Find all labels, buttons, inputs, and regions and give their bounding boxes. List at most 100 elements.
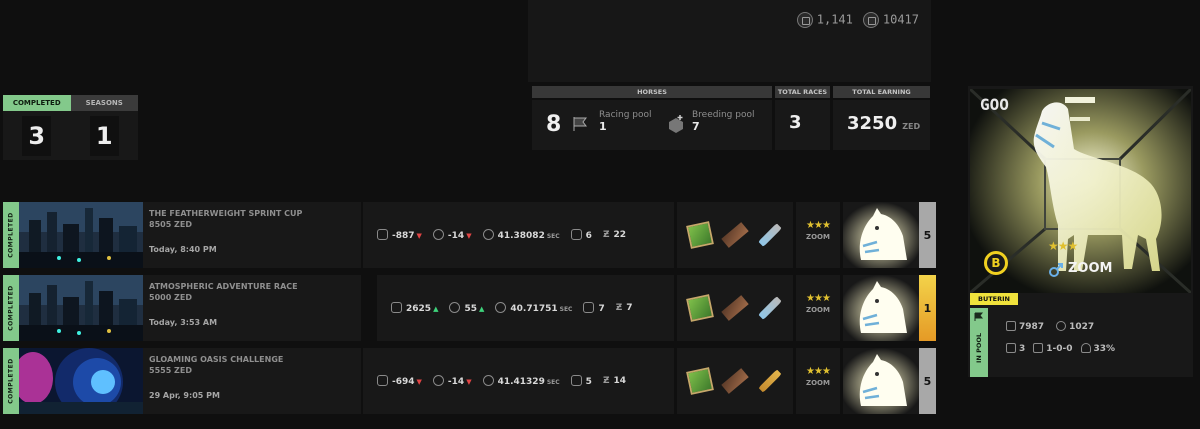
race-prize: 5000 ZED <box>149 293 192 302</box>
horse-thumbnail[interactable] <box>843 275 919 341</box>
completed-count: 3 <box>3 111 71 160</box>
race-performance: 2625 ▲ 55 ▲ 40.71751 SEC 7 Ƶ7 <box>377 275 674 341</box>
race-name[interactable]: ATMOSPHERIC ADVENTURE RACE <box>149 282 355 291</box>
race-name[interactable]: THE FEATHERWEIGHT SPRINT CUP <box>149 209 355 218</box>
gate-icon <box>570 229 582 240</box>
horse-thumbnail[interactable] <box>843 348 919 414</box>
stopwatch-icon <box>482 229 494 240</box>
race-items <box>677 348 793 414</box>
scroll-item-icon[interactable] <box>721 295 749 321</box>
male-female-icon <box>1049 263 1063 277</box>
card-record: 1-0-0 <box>1033 343 1073 354</box>
tab-completed[interactable]: COMPLETED <box>3 95 71 111</box>
card-rating-stat: 1027 <box>1056 321 1094 332</box>
race-prize: 8505 ZED <box>149 220 192 229</box>
rz-balance: 10417 <box>862 12 919 28</box>
horse-rating: ★★★ ZOOM <box>796 348 840 414</box>
horse-rating: ★★★ ZOOM <box>796 275 840 341</box>
distance-icon: Ƶ <box>602 230 610 240</box>
race-info: GLOAMING OASIS CHALLENGE 5555 ZED 29 Apr… <box>143 348 361 414</box>
race-time-stamp: Today, 8:40 PM <box>149 245 217 254</box>
tab-seasons[interactable]: SEASONS <box>70 95 138 111</box>
race-row[interactable]: COMPLETED THE FEATHERWEIGHT SPRINT CUP 8… <box>3 202 936 268</box>
finish-place: 5 <box>919 348 936 414</box>
zed-coin-icon <box>796 12 813 28</box>
gate-number: 7 <box>583 302 605 314</box>
rating-icon <box>1056 321 1067 331</box>
horse-thumbnail[interactable] <box>843 202 919 268</box>
wallet-panel: 1,141 10417 <box>528 0 931 82</box>
zed-delta: -887 ▼ <box>377 229 422 241</box>
map-item-icon[interactable] <box>686 221 715 249</box>
flag-icon <box>1006 343 1016 353</box>
horse-rating: ★★★ ZOOM <box>796 202 840 268</box>
race-distance: Ƶ 14 <box>602 376 626 386</box>
zed-coin-icon <box>377 229 388 240</box>
race-row[interactable]: COMPLETED GLOAMING OASIS CHALLENGE 5555 … <box>3 348 936 414</box>
race-items <box>677 202 793 268</box>
race-distance: Ƶ 22 <box>602 230 626 240</box>
star-rating: ★★★ <box>806 293 831 304</box>
star-rating: ★★★ <box>806 220 831 231</box>
rating-icon <box>449 302 461 313</box>
card-win-rate: 33% <box>1080 343 1115 354</box>
race-name[interactable]: GLOAMING OASIS CHALLENGE <box>149 355 355 364</box>
stable-stats: HORSES TOTAL RACES TOTAL EARNING 8 Racin… <box>532 86 932 152</box>
racing-flag-icon <box>573 117 587 131</box>
rod-item-icon[interactable] <box>757 223 782 247</box>
trend-down-icon: ▼ <box>416 232 422 240</box>
status-badge: COMPLETED <box>3 348 19 414</box>
owner-tag: BUTERIN <box>970 293 1018 305</box>
total-races-stat: 3 <box>775 100 830 150</box>
race-time: 40.71751 SEC <box>495 302 572 314</box>
trend-down-icon: ▼ <box>466 378 472 386</box>
scroll-item-icon[interactable] <box>721 368 749 394</box>
zed-coin-icon <box>377 375 388 386</box>
row-horse-name: ZOOM <box>806 306 830 314</box>
map-item-icon[interactable] <box>686 367 715 395</box>
horses-count: 8 <box>546 112 562 137</box>
total-races-header: TOTAL RACES <box>775 86 830 98</box>
wallet-balances: 1,141 10417 <box>796 12 919 28</box>
row-horse-name: ZOOM <box>806 233 830 241</box>
gate-icon <box>570 375 582 386</box>
flute-item-icon[interactable] <box>758 369 782 393</box>
scroll-item-icon[interactable] <box>721 222 749 248</box>
finish-place: 5 <box>919 202 936 268</box>
summary-panel: COMPLETED SEASONS 3 1 <box>3 95 138 160</box>
seasons-count: 1 <box>71 111 139 160</box>
horse-name: ZOOM <box>1068 261 1113 276</box>
horses-stat: 8 Racing pool 1 Breeding pool 7 <box>532 100 772 150</box>
brand-logo: GOO <box>980 95 1009 114</box>
horse-card-stats: 7987 1027 3 1-0-0 33% <box>1006 321 1115 365</box>
flag-icon <box>974 312 984 321</box>
race-distance: Ƶ7 <box>615 303 633 313</box>
bloodline-badge: B <box>984 251 1008 275</box>
map-item-icon[interactable] <box>686 294 715 322</box>
race-row[interactable]: COMPLETED ATMOSPHERIC ADVENTURE RACE 500… <box>3 275 936 341</box>
race-info: THE FEATHERWEIGHT SPRINT CUP 8505 ZED To… <box>143 202 361 268</box>
rating-icon <box>432 375 444 386</box>
star-rating: ★★★ <box>806 366 831 377</box>
trend-up-icon: ▲ <box>433 305 439 313</box>
race-performance: -887 ▼ -14 ▼ 41.38082 SEC 6 Ƶ 22 <box>363 202 674 268</box>
horse-card[interactable]: GOO B ★★★ ZOOM BUTERIN IN POOL 7987 1027… <box>968 86 1193 377</box>
zed-delta: -694 ▼ <box>377 375 422 387</box>
zed-delta: 2625 ▲ <box>391 302 438 314</box>
breeding-pool: Breeding pool 7 <box>692 110 755 133</box>
card-zed-stat: 7987 <box>1006 321 1044 332</box>
breeding-pool-icon <box>669 115 683 133</box>
rz-coin-icon <box>862 12 879 28</box>
status-badge: COMPLETED <box>3 202 19 268</box>
race-thumbnail <box>19 348 143 414</box>
race-time-stamp: Today, 3:53 AM <box>149 318 218 327</box>
race-items <box>677 275 793 341</box>
trend-down-icon: ▼ <box>466 232 472 240</box>
rod-item-icon[interactable] <box>757 296 782 320</box>
status-badge: COMPLETED <box>3 275 19 341</box>
stopwatch-icon <box>482 375 494 386</box>
rating-delta: -14 ▼ <box>432 229 472 241</box>
horses-header: HORSES <box>532 86 772 98</box>
rating-delta: -14 ▼ <box>432 375 472 387</box>
gate-icon <box>583 302 595 313</box>
